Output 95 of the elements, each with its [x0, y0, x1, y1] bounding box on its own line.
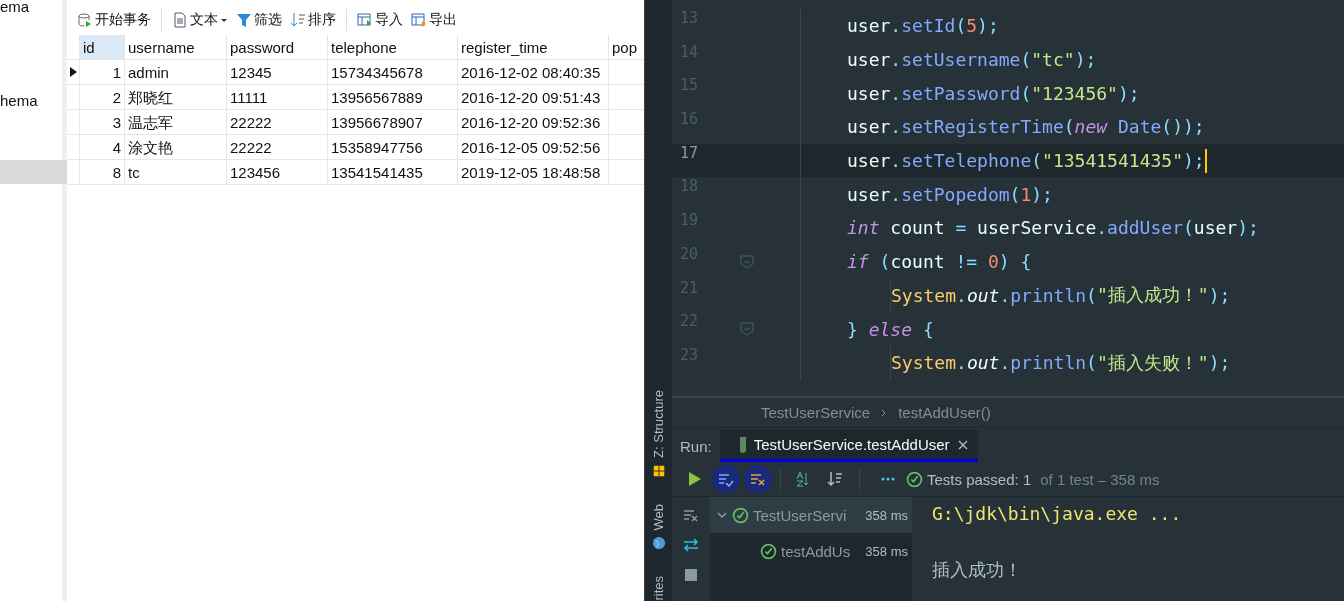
text-cursor: [1204, 148, 1207, 173]
test-name: testAddUs: [781, 542, 851, 560]
console-line: 插入成功！: [932, 559, 1023, 582]
code-line: if (count != 0) {: [847, 251, 1032, 273]
table-cell: admin: [125, 60, 227, 84]
test-name: TestUserServi: [753, 506, 847, 524]
table-cell: tc: [125, 160, 227, 184]
toolbar-button[interactable]: 筛选: [234, 9, 284, 31]
close-icon[interactable]: [957, 439, 968, 450]
tool-window-label[interactable]: Z: Structure: [651, 390, 666, 458]
table-cell: 2016-12-02 08:40:35: [458, 60, 609, 84]
toolbar-button[interactable]: 开始事务: [75, 9, 153, 31]
breadcrumb-item[interactable]: TestUserService: [761, 404, 871, 421]
test-tree-item[interactable]: testAddUs 358 ms: [710, 533, 912, 569]
navigator-item[interactable]: ema: [0, 0, 67, 24]
code-line: user.setTelephone("13541541435");: [847, 150, 1205, 172]
table-cell: 2019-12-05 18:48:58: [458, 160, 609, 184]
toolbar-button[interactable]: [712, 465, 740, 493]
swap-arrows-icon: [683, 537, 699, 553]
sort-icon: [290, 12, 306, 28]
table-cell: 15358947756: [328, 135, 458, 159]
run-tab[interactable]: TestUserService.testAddUser: [719, 430, 978, 462]
check-circle-icon: [732, 506, 749, 524]
table-cell: 郑晓红: [125, 85, 227, 109]
row-indicator[interactable]: [67, 60, 80, 84]
play-icon: [686, 471, 702, 487]
document-icon: [172, 12, 188, 28]
table-cell: 22222: [227, 110, 328, 134]
code-line: user.setUsername("tc");: [847, 49, 1097, 71]
test-duration: 358 ms: [865, 507, 909, 523]
column-header[interactable]: id: [80, 35, 125, 59]
table-cell: 2016-12-20 09:51:43: [458, 85, 609, 109]
column-header[interactable]: telephone: [328, 35, 458, 59]
toolbar-button[interactable]: 导入: [355, 9, 405, 31]
code-line: user.setPassword("123456");: [847, 82, 1140, 104]
test-duration: 358 ms: [865, 543, 909, 559]
sort-alphabetical-icon: [795, 471, 811, 487]
table-cell: 涂文艳: [125, 135, 227, 159]
table-cell: 4: [80, 135, 125, 159]
side-action-button[interactable]: [683, 507, 699, 523]
side-action-button[interactable]: [683, 567, 699, 583]
column-header[interactable]: username: [125, 35, 227, 59]
code-line: System.out.println("插入失败！");: [891, 350, 1231, 375]
table-cell: 1: [80, 60, 125, 84]
navigator-item[interactable]: hema: [0, 94, 67, 118]
toolbar-button[interactable]: [744, 465, 772, 493]
toolbar-button[interactable]: 导出: [409, 9, 459, 31]
structure-icon: [651, 463, 666, 478]
table-import-icon: [357, 12, 373, 28]
table-cell: 13956678907: [328, 110, 458, 134]
code-line: user.setRegisterTime(new Date());: [847, 116, 1205, 138]
code-line: user.setPopedom(1);: [847, 183, 1053, 205]
stop-icon: [683, 567, 699, 583]
list-cross-icon: [750, 471, 766, 487]
globe-icon: [651, 536, 666, 551]
run-label: Run:: [679, 436, 713, 457]
code-line: System.out.println("插入成功！");: [891, 283, 1231, 308]
list-cross-icon: [683, 507, 699, 523]
code-line: int count = userService.addUser(user);: [847, 217, 1259, 239]
list-check-icon: [718, 471, 734, 487]
table-export-icon: [411, 12, 427, 28]
table-cell: 12345: [227, 60, 328, 84]
filter-icon: [236, 12, 252, 28]
console-line: G:\jdk\bin\java.exe ...: [932, 503, 1183, 524]
table-cell: 3: [80, 110, 125, 134]
table-cell: 温志军: [125, 110, 227, 134]
table-cell: 15734345678: [328, 60, 458, 84]
table-cell: 13541541435: [328, 160, 458, 184]
table-cell: 2: [80, 85, 125, 109]
toolbar-button[interactable]: 排序: [288, 9, 338, 31]
check-circle-icon: [906, 470, 923, 488]
side-action-button[interactable]: [683, 537, 699, 553]
tool-window-label[interactable]: Web: [651, 503, 666, 531]
test-tree-item[interactable]: TestUserServi 358 ms: [710, 497, 912, 533]
sort-icon: [827, 471, 843, 487]
code-line: } else {: [847, 318, 934, 340]
table-cell: 8: [80, 160, 125, 184]
table-cell: 13956567889: [328, 85, 458, 109]
breadcrumb-item[interactable]: testAddUser(): [898, 404, 991, 421]
code-line: user.setId(5);: [847, 15, 999, 37]
check-circle-icon: [760, 542, 777, 560]
chevron-icon[interactable]: [716, 509, 728, 521]
row-pointer-icon: [69, 67, 77, 77]
table-cell: 2016-12-05 09:52:56: [458, 135, 609, 159]
line-number: 17: [679, 143, 700, 162]
table-cell: 123456: [227, 160, 328, 184]
test-tube-icon: [739, 436, 746, 453]
database-icon: [77, 12, 93, 28]
toolbar-button[interactable]: 文本: [170, 9, 230, 31]
table-cell: 11111: [227, 85, 328, 109]
test-summary: of 1 test – 358 ms: [1040, 470, 1160, 488]
tool-window-label[interactable]: rites: [651, 576, 666, 601]
test-status: Tests passed: 1: [927, 470, 1032, 488]
table-cell: 2016-12-20 09:52:36: [458, 110, 609, 134]
table-cell: 22222: [227, 135, 328, 159]
